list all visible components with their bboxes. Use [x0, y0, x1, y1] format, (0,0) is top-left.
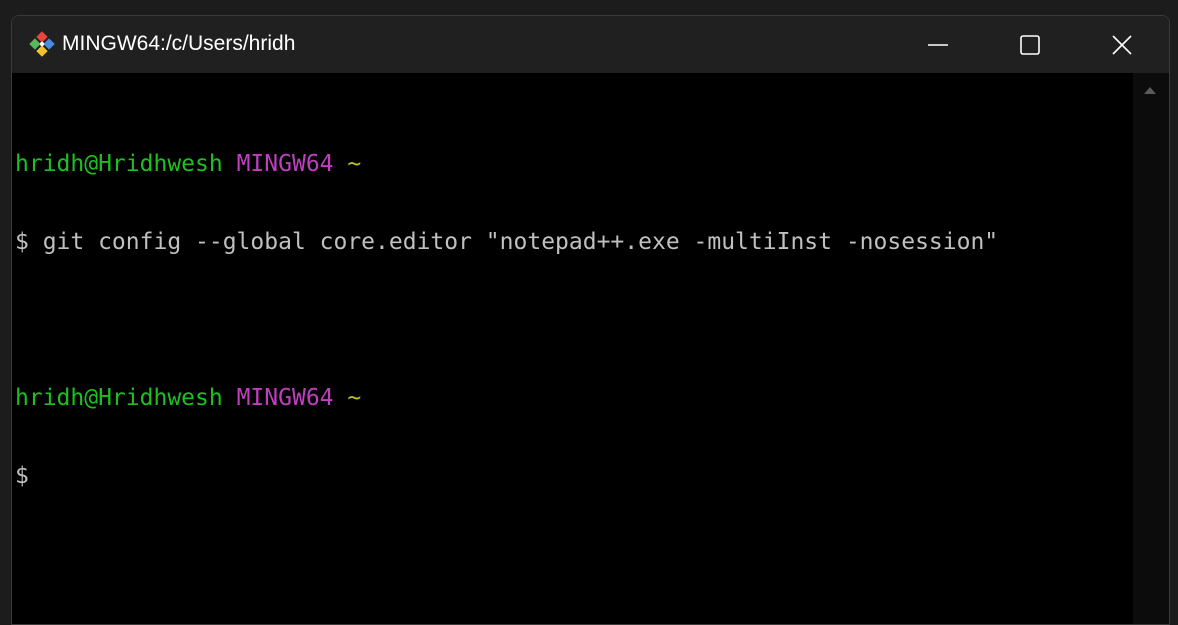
prompt-line: hridh@Hridhwesh MINGW64 ~ — [15, 151, 1134, 177]
scroll-up-arrow-icon[interactable] — [1144, 87, 1156, 94]
close-icon — [1112, 34, 1132, 55]
title-bar[interactable]: MINGW64:/c/Users/hridh — [12, 16, 1169, 73]
git-bash-icon — [29, 31, 55, 57]
minimize-icon — [928, 43, 948, 46]
prompt-path: ~ — [347, 151, 362, 177]
command-line: $ git config --global core.editor "notep… — [15, 229, 999, 255]
prompt-line: hridh@Hridhwesh MINGW64 ~ — [15, 385, 1134, 411]
maximize-icon — [1020, 34, 1040, 55]
prompt-user-host: hridh@Hridhwesh — [15, 385, 223, 411]
window-title: MINGW64:/c/Users/hridh — [62, 32, 296, 55]
vertical-scrollbar[interactable] — [1133, 73, 1169, 624]
prompt-env: MINGW64 — [236, 385, 334, 411]
terminal-output[interactable]: hridh@Hridhwesh MINGW64 ~ $ git config -… — [12, 73, 1134, 624]
command-input-line[interactable]: $ — [15, 463, 1134, 489]
maximize-button[interactable] — [984, 16, 1076, 73]
prompt-user-host: hridh@Hridhwesh — [15, 151, 223, 177]
terminal-window: MINGW64:/c/Users/hridh hridh@Hridhwesh M… — [11, 15, 1170, 625]
prompt-env: MINGW64 — [236, 151, 334, 177]
close-button[interactable] — [1076, 16, 1168, 73]
minimize-button[interactable] — [892, 16, 984, 73]
prompt-path: ~ — [347, 385, 362, 411]
